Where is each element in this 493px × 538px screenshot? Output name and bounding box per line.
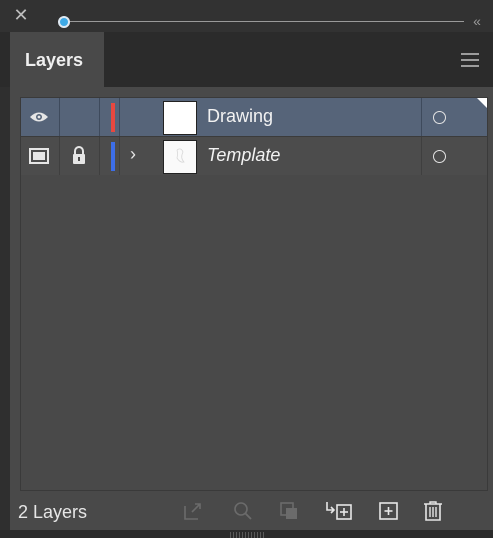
selection-indicator-icon [477,98,487,108]
new-layer-icon[interactable] [378,500,400,522]
trash-icon[interactable] [422,500,444,522]
panel-footer: 2 Layers [10,500,493,530]
layer-name[interactable]: Template [207,145,280,166]
column-divider [119,98,120,136]
column-divider [421,98,422,136]
eye-icon[interactable] [29,110,49,124]
layer-thumbnail [163,101,197,135]
target-circle-icon[interactable] [433,150,446,163]
make-clipping-mask-icon[interactable] [278,500,300,522]
panel-slider-knob[interactable] [58,16,70,28]
column-divider [421,137,422,175]
column-divider [99,98,100,136]
chevron-right-icon[interactable]: › [125,144,141,164]
column-divider [119,137,120,175]
layer-name[interactable]: Drawing [207,106,273,127]
layer-thumbnail [163,140,197,174]
panel-menu-icon[interactable] [461,53,479,67]
layer-color-swatch [111,103,115,132]
panel-slider-track[interactable] [64,21,464,22]
template-visibility-icon[interactable] [29,147,49,165]
resize-grip-icon[interactable] [230,532,266,538]
column-divider [99,137,100,175]
tab-layers[interactable]: Layers [10,32,104,87]
move-to-layer-icon[interactable] [324,500,354,522]
title-bar: ✕ « [0,0,493,32]
sketch-thumbnail-icon [176,148,185,163]
search-icon[interactable] [232,500,254,522]
tab-layers-label: Layers [25,50,84,70]
column-divider [59,98,60,136]
target-circle-icon[interactable] [433,111,446,124]
close-icon[interactable]: ✕ [12,6,30,24]
export-icon[interactable] [182,500,204,522]
column-divider [59,137,60,175]
layer-row-template[interactable]: › Template [21,137,487,175]
layer-row-drawing[interactable]: Drawing [21,98,487,136]
collapse-panel-icon[interactable]: « [466,12,488,30]
lock-icon[interactable] [71,145,87,165]
layer-list: Drawing › Template [20,97,488,491]
layers-panel: Drawing › Template [10,87,493,500]
layer-count: 2 Layers [18,502,88,522]
layer-color-swatch [111,142,115,171]
